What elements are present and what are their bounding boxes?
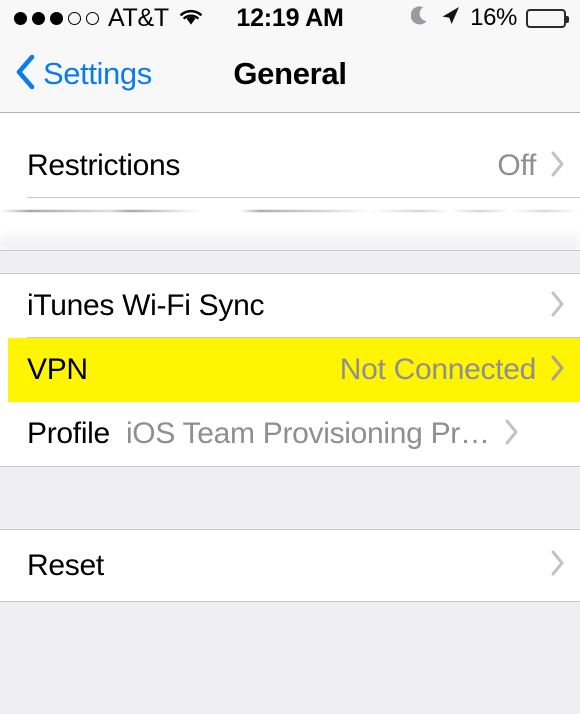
chevron-left-icon — [14, 53, 36, 96]
row-reset[interactable]: Reset — [0, 530, 580, 601]
navigation-bar: Settings General — [0, 36, 580, 113]
chevron-right-icon — [550, 549, 566, 582]
moon-icon — [410, 5, 431, 32]
seam-haze — [0, 228, 580, 250]
battery-icon — [526, 8, 569, 28]
back-button-label: Settings — [43, 56, 152, 91]
back-button[interactable]: Settings — [0, 53, 152, 96]
chevron-right-icon — [504, 418, 520, 451]
row-vpn[interactable]: VPN Not Connected — [0, 338, 580, 402]
signal-dot-filled — [32, 11, 45, 25]
section-1-top-pad — [0, 113, 580, 134]
wifi-icon — [178, 6, 204, 31]
signal-dot-filled — [14, 11, 27, 25]
status-bar-right: 16% — [410, 4, 569, 32]
status-bar-left: AT&T — [14, 4, 204, 33]
seam-line — [0, 210, 580, 212]
carrier-label: AT&T — [108, 3, 169, 32]
row-itunes-wifi-sync[interactable]: iTunes Wi-Fi Sync — [0, 274, 580, 338]
settings-group-network: iTunes Wi-Fi Sync VPN Not Connected Prof… — [0, 274, 580, 466]
status-bar: AT&T 12:19 AM 16% — [0, 0, 580, 36]
row-restrictions[interactable]: Restrictions Off — [0, 134, 580, 198]
location-arrow-icon — [440, 5, 461, 31]
chevron-right-icon — [550, 290, 566, 323]
signal-dot-empty — [86, 11, 99, 25]
row-value: Not Connected — [339, 353, 537, 386]
settings-group-restrictions: Restrictions Off — [0, 134, 580, 198]
row-label: Reset — [27, 548, 104, 582]
list-bottom-area — [0, 601, 580, 674]
battery-percent-label: 16% — [470, 4, 517, 31]
row-label: Profile — [27, 417, 110, 450]
row-label: iTunes Wi-Fi Sync — [27, 289, 265, 322]
row-label: Restrictions — [27, 149, 181, 182]
row-value: Off — [497, 149, 536, 182]
settings-group-reset: Reset — [0, 530, 580, 601]
settings-list[interactable]: Restrictions Off iTunes Wi-Fi Sync VPN N… — [0, 113, 580, 714]
chevron-right-icon — [550, 354, 566, 387]
iphone-screen: AT&T 12:19 AM 16% Settings General Restr… — [0, 0, 580, 714]
row-label: VPN — [27, 353, 88, 386]
chevron-right-icon — [550, 150, 566, 183]
row-value: iOS Team Provisioning Pr… — [125, 417, 490, 450]
section-gap-1 — [0, 250, 580, 274]
section-gap-2 — [0, 466, 580, 530]
scroll-seam-artifact — [0, 198, 580, 250]
signal-dot-empty — [68, 11, 81, 25]
signal-dot-filled — [50, 11, 63, 25]
cellular-signal-dots — [14, 11, 99, 25]
row-profile[interactable]: Profile iOS Team Provisioning Pr… — [0, 402, 580, 466]
